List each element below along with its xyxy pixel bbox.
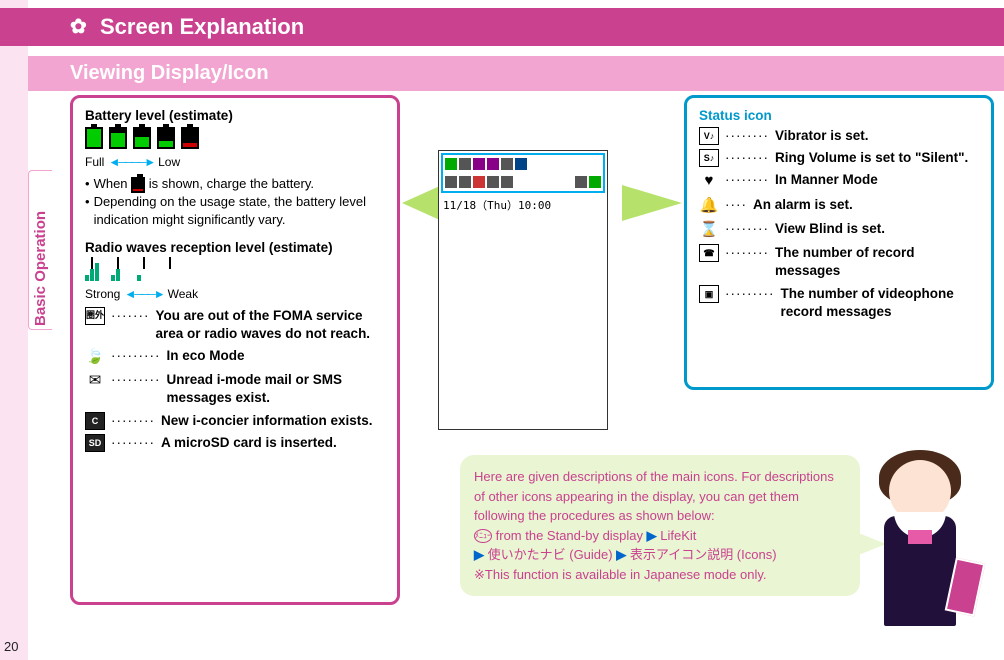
chapter-tab-label: Basic Operation [32,211,49,326]
phone-date-label: 11/18（Thu）10:00 [439,195,607,215]
left-info-panel: Battery level (estimate) Full ◄────► Low… [70,95,400,605]
section-header: Viewing Display/Icon [0,56,1004,91]
view-blind-icon: ⌛ [699,220,719,240]
tip-speech-bubble: Here are given descriptions of the main … [460,455,860,596]
low-battery-icon [131,177,145,193]
i-concier-icon: C [85,412,105,430]
alarm-icon: 🔔 [699,196,719,216]
double-arrow-icon: ◄───► [124,287,163,301]
radio-item-2: Unread i-mode mail or SMS messages exist… [166,371,385,407]
battery-low-label: Low [158,155,180,169]
battery-scale-icons [85,127,385,149]
phone-status-bar [441,153,605,193]
tip-step-1: from the Stand-by display [496,528,643,543]
double-arrow-icon: ◄────► [108,155,154,169]
page-number: 20 [4,639,18,654]
chapter-title: Screen Explanation [100,14,304,39]
nav-arrow-icon: ▶ [647,528,657,543]
unread-mail-icon: ✉ [85,371,105,391]
manner-mode-icon: ♥ [699,171,719,191]
tip-intro: Here are given descriptions of the main … [474,467,846,526]
status-heading: Status icon [699,108,772,123]
radio-item-1: In eco Mode [166,347,385,365]
status-item-0: Vibrator is set. [775,127,979,145]
status-item-4: View Blind is set. [775,220,979,238]
callout-arrow-left [402,185,442,221]
record-msg-icon: ☎ [699,244,719,262]
video-record-msg-icon: ▣ [699,285,719,303]
phone-screen-mock: 11/18（Thu）10:00 [438,150,608,430]
nav-arrow-icon: ▶ [616,547,626,562]
section-title: Viewing Display/Icon [70,62,269,84]
radio-item-4: A microSD card is inserted. [161,434,385,452]
microsd-icon: SD [85,434,105,452]
out-of-service-icon: 圏外 [85,307,105,325]
chapter-tab: Basic Operation [28,170,52,330]
radio-heading: Radio waves reception level (estimate) [85,240,385,255]
status-item-3: An alarm is set. [753,196,979,214]
battery-note-2: Depending on the usage state, the batter… [94,193,385,229]
note-symbol: ※ [474,567,485,582]
eco-mode-icon: 🍃 [85,347,105,367]
battery-note-1a: When [94,176,128,191]
tip-step-2: LifeKit [660,528,696,543]
silent-icon: S♪ [699,149,719,167]
signal-strong-label: Strong [85,287,120,301]
tip-step-3: 使いかたナビ (Guide) [488,547,613,562]
status-item-1: Ring Volume is set to "Silent". [775,149,979,167]
assistant-character-illustration [844,450,994,650]
radio-item-3: New i-concier information exists. [161,412,385,430]
flower-icon: ✿ [70,14,87,39]
tip-step-4: 表示アイコン説明 (Icons) [630,547,777,562]
menu-key-icon: ﾒﾆｭｰ [474,529,492,543]
callout-arrow-right [622,185,682,221]
margin-strip [0,0,28,660]
radio-item-0: You are out of the FOMA service area or … [155,307,385,343]
status-item-5: The number of record messages [775,244,979,280]
vibrator-icon: V♪ [699,127,719,145]
chapter-header: ✿ Screen Explanation [0,8,1004,46]
signal-scale-icons [85,259,385,281]
status-item-6: The number of videophone record messages [780,285,979,321]
right-info-panel: Status icon V♪········Vibrator is set. S… [684,95,994,390]
battery-heading: Battery level (estimate) [85,108,385,123]
signal-weak-label: Weak [168,287,198,301]
battery-note-1b: is shown, charge the battery. [149,176,314,191]
battery-full-label: Full [85,155,104,169]
status-item-2: In Manner Mode [775,171,979,189]
nav-arrow-icon: ▶ [474,547,484,562]
tip-note: This function is available in Japanese m… [485,567,767,582]
